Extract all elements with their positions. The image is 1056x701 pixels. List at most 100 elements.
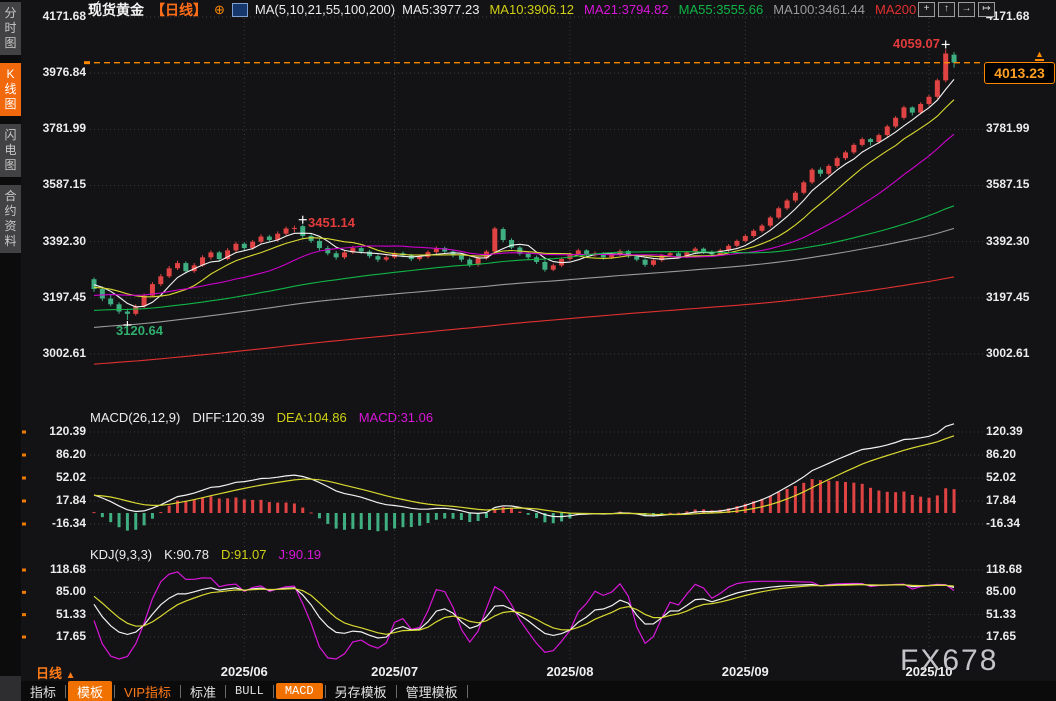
macd-value-readout: MACD:31.06 [358,410,434,425]
kdj-axis-label: 85.00 [55,584,86,599]
macd-title: MACD(26,12,9) [90,410,181,425]
kdj-axis-label: 118.68 [49,562,86,576]
tab-char: 约 [4,204,17,218]
price-axis-label: 3392.30 [986,233,1030,248]
high-price-annotation: 4059.07 [893,36,940,51]
chart-canvas[interactable] [0,0,1056,701]
template-button[interactable]: 模板 [68,680,113,701]
kdj-axis-label: 85.00 [986,584,1017,599]
macd-dea-readout: DEA:104.86 [276,410,347,425]
kdj-d-readout: D:91.07 [220,547,267,562]
price-axis-label: 3197.45 [986,289,1030,304]
indicator-button[interactable]: 指标 [21,681,65,701]
save-template-button[interactable]: 另存模板 [326,681,396,701]
sidebar-tab-0[interactable]: 分时图 [0,2,21,55]
tab-char: K [6,67,15,81]
current-price-badge: 4013.23 [984,62,1055,84]
price-axis-label: 4171.68 [986,9,1030,23]
macd-axis-label: 17.84 [986,493,1017,507]
price-axis-label: 3197.45 [42,289,86,304]
ma-readout-1: MA10:3906.12 [489,2,575,17]
tab-char: 分 [4,6,17,20]
tab-char: 料 [4,234,17,248]
tab-char: 合 [4,189,17,203]
chevron-up-icon: ▲ [65,670,76,681]
chart-window-controls: + ↑ → ↦ [918,2,995,17]
moving-average-lines [93,79,955,365]
period-selector[interactable]: 日线 ▲ [36,663,76,682]
toolbar-divider [65,684,67,698]
price-axis-label: 3781.99 [986,121,1030,136]
sidebar-tab-1[interactable]: K线图 [0,63,21,116]
macd-header-row: MACD(26,12,9) DIFF:120.39 DEA:104.86 MAC… [90,410,433,425]
tab-char: 闪 [4,128,17,142]
add-overlay-icon[interactable]: ⊕ [214,2,225,18]
macd-axis-label: 52.02 [986,470,1017,484]
chart-header: 现货黄金 【日线】 ⊕ MA(5,10,21,55,100,200) MA5:3… [88,0,916,19]
chart-style-icon[interactable] [88,0,248,17]
kdj-axis-label: 51.33 [55,606,86,621]
swing-high-annotation: 3451.14 [308,215,355,230]
macd-axis-label: 17.84 [55,493,86,507]
scale-x-icon[interactable]: → [958,2,975,17]
bottom-toolbar: 指标 模板 VIP指标 标准 BULL MACD 另存模板 管理模板 [21,680,1056,701]
goto-latest-icon[interactable]: ↦ [978,2,995,17]
price-axis-label: 3587.15 [42,177,86,192]
ma-readout-2: MA21:3794.82 [584,2,669,17]
macd-axis-label: 52.02 [55,470,86,484]
gridlines [90,10,984,660]
price-axis-label: 3587.15 [986,177,1030,192]
macd-axis-label: -16.34 [986,516,1021,530]
low-price-annotation: 3120.64 [116,323,163,338]
scroll-to-latest-icon[interactable]: ▲ [1035,50,1044,61]
sidebar-tab-2[interactable]: 闪电图 [0,124,21,177]
kdj-axis-label: 17.65 [986,629,1017,643]
crosshair-icon[interactable]: + [918,2,935,17]
watermark: FX678 [900,644,999,677]
time-axis-label: 2025/07 [371,664,419,679]
candlesticks [91,49,957,320]
standard-button[interactable]: 标准 [181,681,225,701]
ma-readout-3: MA55:3555.66 [678,2,764,17]
price-axis-label: 3781.99 [42,121,86,136]
macd-axis-label: -16.34 [51,516,86,530]
price-axis-label: 3392.30 [42,233,86,248]
time-axis-label: 2025/09 [721,664,769,679]
sidebar-tab-3[interactable]: 合约资料 [0,185,21,253]
tab-char: 图 [4,36,17,50]
macd-axis-label: 86.20 [986,447,1017,461]
manage-template-button[interactable]: 管理模板 [397,681,467,701]
scale-y-icon[interactable]: ↑ [938,2,955,17]
tab-char: 电 [4,143,17,157]
macd-axis-label: 120.39 [49,424,86,438]
ma-settings-label: MA(5,10,21,55,100,200) [254,2,396,17]
kdj-axis-label: 118.68 [986,562,1023,576]
toolbar-divider [272,684,274,698]
macd-button[interactable]: MACD [275,683,323,699]
ma-readout-5: MA200 [875,2,917,17]
tab-char: 图 [4,158,17,172]
time-axis-label: 2025/06 [220,664,268,679]
period-tag: 【日线】 [151,1,207,18]
tab-char: 图 [4,97,17,111]
price-axis-label: 3002.61 [986,345,1030,360]
tab-char: 资 [4,219,17,233]
toolbar-divider [466,684,468,698]
bull-button[interactable]: BULL [226,683,273,699]
ma-readout-0: MA5:3977.23 [402,2,480,17]
kdj-title: KDJ(9,3,3) [90,547,153,562]
kdj-j-readout: J:90.19 [278,547,322,562]
ma-readout-4: MA100:3461.44 [773,2,865,17]
kdj-axis-label: 51.33 [986,606,1017,621]
macd-diff-readout: DIFF:120.39 [192,410,265,425]
price-axis-label: 3002.61 [42,345,86,360]
time-axis-label: 2025/08 [546,664,594,679]
price-axis-label: 4171.68 [42,9,86,23]
kdj-k-readout: K:90.78 [164,547,209,562]
tab-char: 时 [4,21,17,35]
kdj-plot [93,571,955,660]
macd-axis-label: 86.20 [55,447,86,461]
left-tab-sidebar: 分时图K线图闪电图合约资料 [0,0,21,677]
vip-indicator-button[interactable]: VIP指标 [115,681,180,701]
macd-axis-label: 120.39 [986,424,1023,438]
